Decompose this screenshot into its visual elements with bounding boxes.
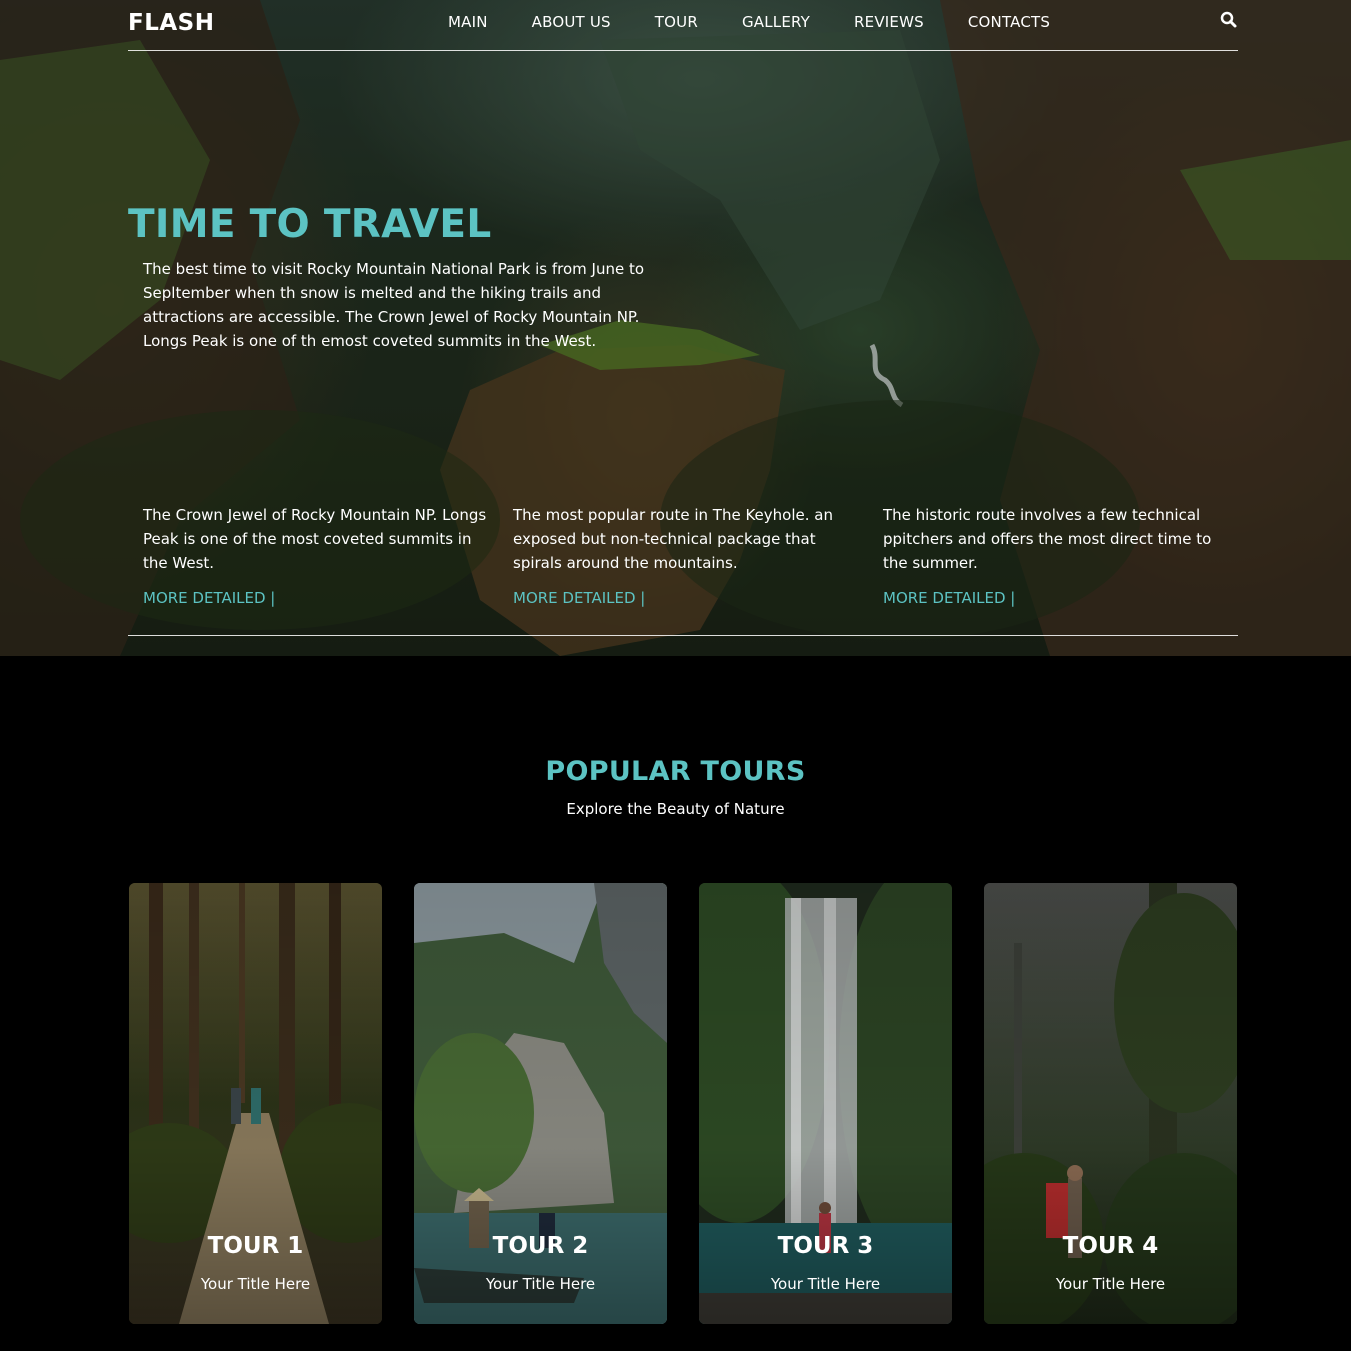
tour-card-3[interactable]: TOUR 3 Your Title Here [699, 883, 952, 1324]
tour-card-title: TOUR 3 [777, 1233, 874, 1259]
tour-card-subtitle: Your Title Here [1055, 1275, 1166, 1293]
nav-link-about-us[interactable]: ABOUT US [532, 13, 611, 31]
top-navigation: FLASH MAIN ABOUT US TOUR GALLERY REVIEWS… [128, 0, 1238, 51]
popular-tours-subtitle: Explore the Beauty of Nature [566, 800, 785, 818]
feature-column: The Crown Jewel of Rocky Mountain NP. Lo… [143, 503, 488, 607]
tour-card-title: TOUR 1 [207, 1233, 304, 1259]
feature-text: The Crown Jewel of Rocky Mountain NP. Lo… [143, 506, 487, 572]
hero-section: FLASH MAIN ABOUT US TOUR GALLERY REVIEWS… [0, 0, 1351, 656]
nav-link-tour[interactable]: TOUR [655, 13, 698, 31]
main-menu: MAIN ABOUT US TOUR GALLERY REVIEWS CONTA… [448, 13, 1094, 31]
tour-card-2[interactable]: TOUR 2 Your Title Here [414, 883, 667, 1324]
more-detailed-link[interactable]: MORE DETAILED | [143, 589, 275, 607]
nav-link-reviews[interactable]: REVIEWS [854, 13, 924, 31]
tour-card-subtitle: Your Title Here [770, 1275, 881, 1293]
hero-title: TIME TO TRAVEL [128, 202, 492, 247]
tour-card-subtitle: Your Title Here [485, 1275, 596, 1293]
hero-feature-columns: The Crown Jewel of Rocky Mountain NP. Lo… [128, 503, 1238, 636]
tour-card-title: TOUR 4 [1062, 1233, 1159, 1259]
nav-link-contacts[interactable]: CONTACTS [968, 13, 1050, 31]
feature-column: The historic route involves a few techni… [883, 503, 1228, 607]
brand-logo[interactable]: FLASH [128, 10, 214, 36]
search-icon[interactable] [1220, 11, 1238, 29]
popular-tours-title: POPULAR TOURS [545, 756, 806, 787]
more-detailed-link[interactable]: MORE DETAILED | [513, 589, 645, 607]
feature-text: The most popular route in The Keyhole. a… [513, 506, 833, 572]
nav-link-main[interactable]: MAIN [448, 13, 488, 31]
hero-description: The best time to visit Rocky Mountain Na… [143, 260, 645, 350]
nav-link-gallery[interactable]: GALLERY [742, 13, 810, 31]
tour-card-subtitle: Your Title Here [200, 1275, 311, 1293]
tour-card-4[interactable]: TOUR 4 Your Title Here [984, 883, 1237, 1324]
feature-column: The most popular route in The Keyhole. a… [513, 503, 858, 607]
feature-text: The historic route involves a few techni… [883, 506, 1212, 572]
more-detailed-link[interactable]: MORE DETAILED | [883, 589, 1015, 607]
tour-card-1[interactable]: TOUR 1 Your Title Here [129, 883, 382, 1324]
tour-card-title: TOUR 2 [492, 1233, 589, 1259]
